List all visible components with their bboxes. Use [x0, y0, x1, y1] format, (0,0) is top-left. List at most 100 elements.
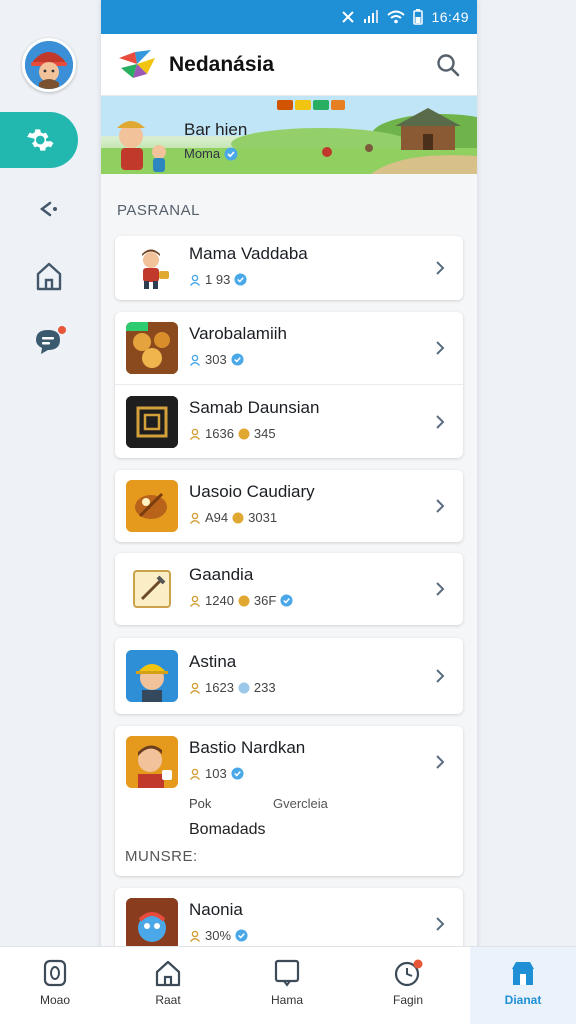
item-count: 1623 [205, 680, 234, 695]
item-count: 1636 [205, 426, 234, 441]
nav-label: Raat [155, 993, 181, 1007]
wifi-icon [387, 10, 406, 24]
list-item[interactable]: Mama Vaddaba 1 93 [115, 232, 463, 304]
list-item[interactable]: Varobalamiih 303 [115, 312, 463, 384]
item-detail-label: Pok [189, 796, 212, 811]
list-item[interactable]: Astina 1623 233 [115, 640, 463, 712]
verified-icon [231, 353, 244, 366]
item-title: Astina [189, 652, 237, 671]
list-item[interactable]: Gaandia 1240 36F [115, 553, 463, 625]
chevron-right-icon[interactable] [431, 257, 449, 279]
status-bar: 16:49 [101, 0, 477, 34]
bottom-nav: Moao Raat Hama Fagin Dianat [0, 946, 576, 1024]
coin-icon [238, 682, 250, 693]
item-meta: 1623 233 [189, 680, 276, 695]
app-bar: Nedanásia [101, 34, 477, 96]
item-thumbnail [126, 396, 178, 448]
section-label: PASRANAL [117, 202, 200, 219]
coin-icon [238, 428, 250, 439]
badge-icon [43, 959, 67, 987]
gear-icon [27, 129, 54, 151]
chevron-right-icon[interactable] [431, 495, 449, 517]
nav-label: Fagin [392, 993, 424, 1007]
item-title: Uasoio Caudiary [189, 482, 315, 501]
item-title: Mama Vaddaba [189, 244, 308, 263]
user-icon [189, 930, 201, 942]
item-title: Naonia [189, 900, 243, 919]
item-count: 303 [205, 352, 227, 367]
list-item[interactable]: Samab Daunsian 1636 345 [115, 386, 463, 458]
promo-banner[interactable]: Bar hien Moma [101, 96, 477, 174]
tools-icon [342, 11, 355, 23]
store-icon [512, 962, 534, 985]
nav-item-moao[interactable]: Moao [0, 947, 110, 1024]
item-meta: 1636 345 [189, 426, 276, 441]
rail-back-button[interactable] [30, 190, 68, 228]
chevron-right-icon[interactable] [431, 578, 449, 600]
nav-item-raat[interactable]: Raat [113, 947, 223, 1024]
chevron-right-icon[interactable] [431, 913, 449, 935]
list-card: Astina 1623 233 [115, 638, 463, 714]
chevron-right-icon[interactable] [431, 337, 449, 359]
rail-home-button[interactable] [30, 257, 68, 295]
item-detail-value: Gvercleia [273, 796, 328, 811]
nav-label: Moao [39, 993, 71, 1007]
item-detail-heading: Bomadads [189, 821, 266, 838]
item-thumbnail [126, 563, 178, 615]
nav-item-dianat[interactable]: Dianat [470, 947, 576, 1024]
chevron-right-icon[interactable] [431, 751, 449, 773]
list-card: Varobalamiih 303 Samab Daunsian 1636 345 [115, 312, 463, 458]
user-icon [189, 274, 201, 286]
item-meta: 30% [189, 928, 248, 943]
rail-settings-button[interactable] [0, 112, 78, 168]
item-title: Samab Daunsian [189, 398, 320, 417]
item-title: Bastio Nardkan [189, 738, 306, 757]
user-icon [189, 768, 201, 780]
share-arrow-icon [39, 201, 57, 217]
item-count: 30% [205, 928, 232, 943]
divider [115, 384, 463, 385]
nav-item-hama[interactable]: Hama [232, 947, 342, 1024]
item-meta: A94 3031 [189, 510, 277, 525]
item-thumbnail [126, 736, 178, 788]
list-item[interactable]: Uasoio Caudiary A94 3031 [115, 470, 463, 542]
battery-icon [413, 9, 424, 25]
item-coins: 36F [253, 593, 277, 608]
search-icon[interactable] [435, 52, 461, 78]
signal-icon [364, 10, 379, 23]
verified-icon [231, 767, 244, 780]
coin-icon [232, 512, 244, 523]
banner-subtitle: Moma [184, 146, 221, 161]
nav-item-fagin[interactable]: Fagin [353, 947, 463, 1024]
item-count: 1240 [205, 593, 234, 608]
user-icon [189, 354, 201, 366]
item-meta: 303 [189, 352, 244, 367]
app-title: Nedanásia [169, 52, 275, 76]
item-coins: 345 [253, 426, 276, 441]
verified-icon [234, 273, 247, 286]
item-count: A94 [205, 510, 229, 525]
user-icon [189, 682, 201, 694]
item-title: Gaandia [189, 565, 254, 584]
avatar[interactable] [22, 38, 76, 92]
item-title: Varobalamiih [189, 324, 287, 343]
chevron-right-icon[interactable] [431, 665, 449, 687]
item-meta: 103 [189, 766, 244, 781]
nav-label: Dianat [504, 993, 542, 1007]
list-card: Bastio Nardkan 103 Pok Gvercleia Bomadad… [115, 726, 463, 876]
item-thumbnail [126, 242, 178, 294]
list-item[interactable]: Bastio Nardkan 103 Pok Gvercleia Bomadad… [115, 726, 463, 876]
tablet-icon [274, 959, 300, 987]
chevron-right-icon[interactable] [431, 411, 449, 433]
rail-chat-button[interactable] [30, 322, 68, 360]
banner-title: Bar hien [184, 120, 248, 139]
verified-icon [280, 594, 293, 607]
app-panel: 16:49 Nedanásia Bar hien Moma PASRANAL M… [101, 0, 477, 1014]
nav-label: Hama [270, 993, 303, 1007]
coin-icon [238, 595, 250, 606]
item-thumbnail [126, 322, 178, 374]
verified-icon [224, 147, 238, 160]
home-icon [36, 262, 62, 291]
user-icon [189, 595, 201, 607]
item-meta: 1 93 [189, 272, 247, 287]
